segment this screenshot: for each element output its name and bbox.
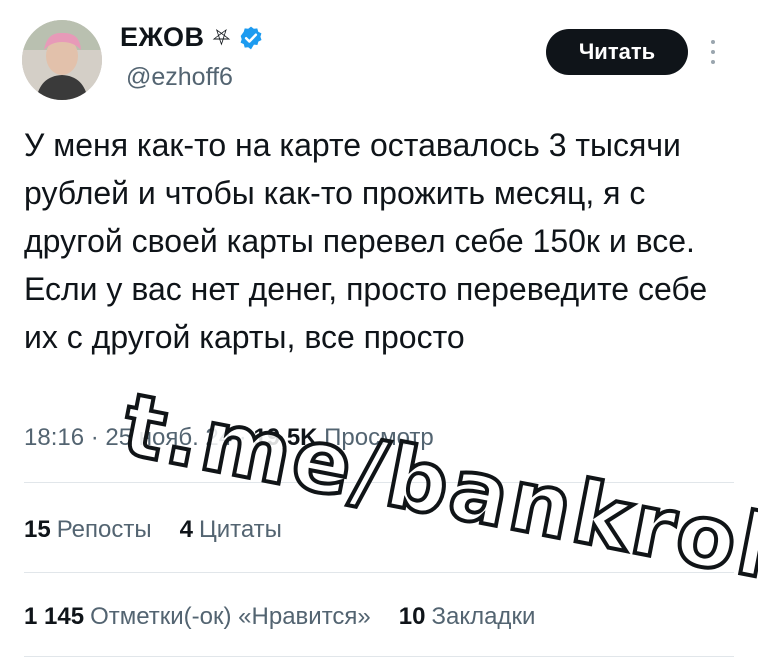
- more-vertical-icon[interactable]: [710, 40, 716, 68]
- likes-stat[interactable]: 1 145 Отметки(-ок) «Нравится»: [24, 603, 371, 631]
- views-count: 19,5K: [253, 424, 318, 451]
- watermark: t.me/bankrollo: [113, 373, 758, 619]
- follow-button[interactable]: Читать: [546, 29, 688, 75]
- tweet-meta: 18:16 · 25 нояб. 24 · 19,5K Просмотр: [24, 424, 434, 452]
- author-handle[interactable]: @ezhoff6: [126, 63, 233, 92]
- tweet-text: У меня как-то на карте оставалось 3 тыся…: [24, 127, 708, 355]
- views-label: Просмотр: [317, 424, 434, 451]
- author-name[interactable]: ЕЖОВ: [120, 22, 205, 53]
- reposts-stat[interactable]: 15 Репосты: [24, 516, 152, 544]
- stats-row-2: 1 145 Отметки(-ок) «Нравится» 10 Закладки: [24, 603, 535, 631]
- pentagram-glyph: ⛧: [212, 24, 231, 50]
- bookmarks-stat[interactable]: 10 Закладки: [399, 603, 536, 631]
- divider: [24, 656, 734, 657]
- avatar[interactable]: [22, 20, 102, 100]
- divider: [24, 572, 734, 573]
- stats-row-1: 15 Репосты 4 Цитаты: [24, 516, 282, 544]
- divider: [24, 482, 734, 483]
- quotes-stat[interactable]: 4 Цитаты: [180, 516, 282, 544]
- tweet-timestamp[interactable]: 18:16 · 25 нояб. 24 ·: [24, 424, 253, 451]
- verified-badge-icon: [240, 26, 262, 49]
- author-name-row: ЕЖОВ ⛧: [120, 22, 264, 53]
